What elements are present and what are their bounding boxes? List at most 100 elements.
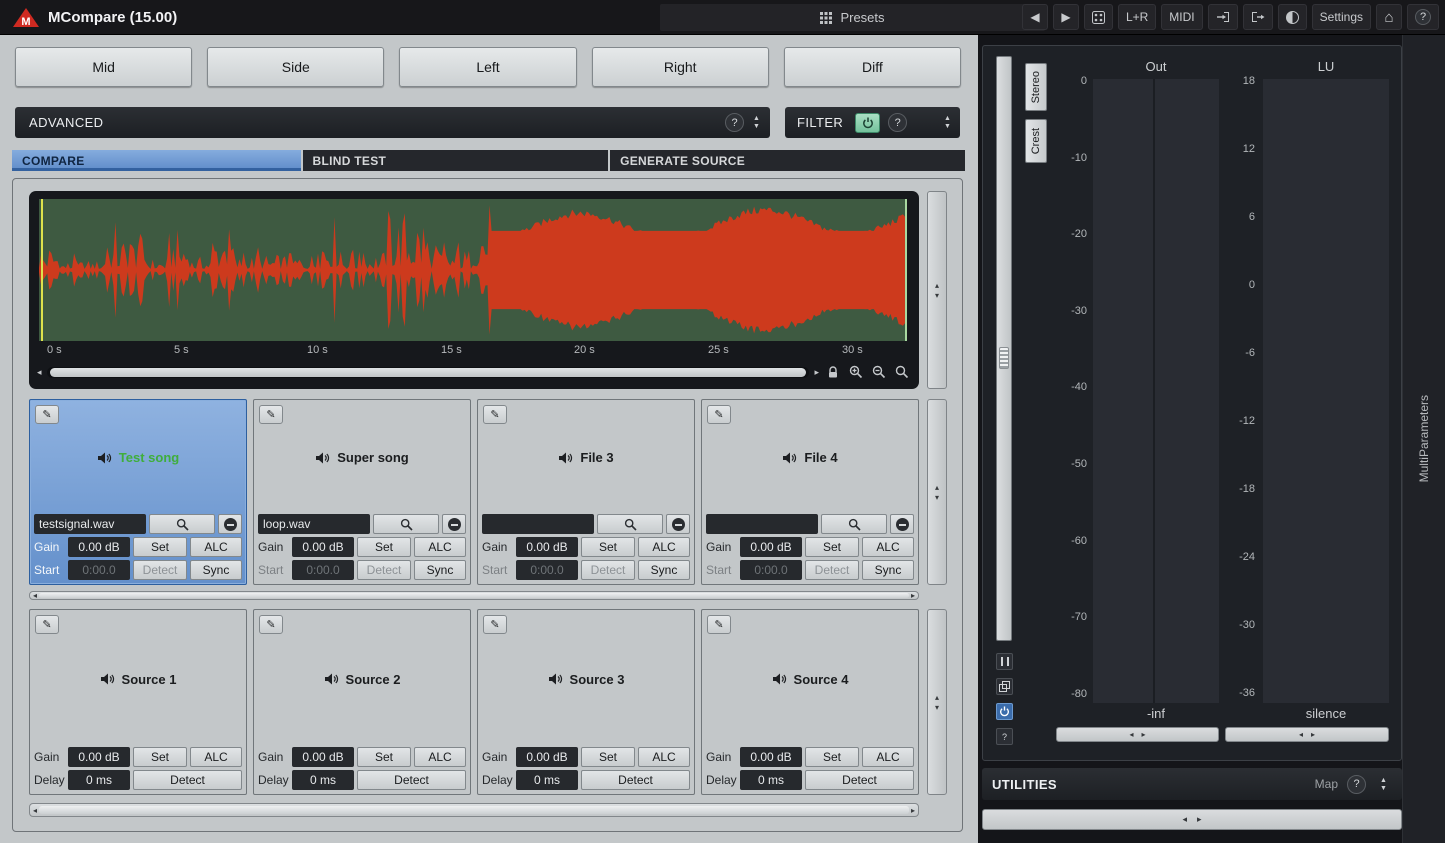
start-sync-button[interactable]: Sync <box>862 560 914 580</box>
filter-power-button[interactable] <box>855 113 880 133</box>
zoom-fit-button[interactable] <box>893 364 911 380</box>
start-sync-button[interactable]: Sync <box>190 560 242 580</box>
channel-diff-button[interactable]: Diff <box>784 47 961 87</box>
remove-file-button[interactable] <box>666 514 690 534</box>
home-button[interactable]: ⌂ <box>1376 4 1402 30</box>
pause-button[interactable] <box>996 653 1013 670</box>
delay-detect-button[interactable]: Detect <box>357 770 466 790</box>
channel-side-button[interactable]: Side <box>207 47 384 87</box>
gain-alc-button[interactable]: ALC <box>414 747 466 767</box>
source-slot-2[interactable]: ✎ Source 2 Gain 0.00 dB Set ALC Delay 0 … <box>253 609 471 795</box>
help-button[interactable]: ? <box>1407 4 1439 30</box>
edit-name-button[interactable]: ✎ <box>483 615 507 634</box>
gain-value[interactable]: 0.00 dB <box>516 537 578 557</box>
utilities-scrollbar[interactable]: ◂ ▸ <box>982 809 1402 830</box>
start-detect-button[interactable]: Detect <box>805 560 859 580</box>
detach-window-button[interactable] <box>996 678 1013 695</box>
previous-preset-button[interactable]: ◀ <box>1022 4 1048 30</box>
file-slot-2[interactable]: ✎ Super song loop.wav Gain 0.00 dB Set A… <box>253 399 471 585</box>
waveform-scrollbar[interactable] <box>47 367 810 378</box>
channel-config-button[interactable]: L+R <box>1118 4 1156 30</box>
file-slot-1[interactable]: ✎ Test song testsignal.wav Gain 0.00 dB … <box>29 399 247 585</box>
gain-set-button[interactable]: Set <box>581 747 635 767</box>
next-preset-button[interactable]: ▶ <box>1053 4 1079 30</box>
delay-value[interactable]: 0 ms <box>68 770 130 790</box>
gain-set-button[interactable]: Set <box>357 537 411 557</box>
theme-button[interactable] <box>1278 4 1307 30</box>
gain-value[interactable]: 0.00 dB <box>516 747 578 767</box>
scroll-right-icon[interactable]: ▸ <box>814 367 819 378</box>
meter-zoom-slider[interactable] <box>996 56 1012 641</box>
file-slots-vscrollbar[interactable]: ▴ ▾ <box>927 399 947 585</box>
delay-detect-button[interactable]: Detect <box>805 770 914 790</box>
gain-value[interactable]: 0.00 dB <box>68 747 130 767</box>
file-name-field[interactable]: testsignal.wav <box>34 514 146 534</box>
advanced-help-button[interactable]: ? <box>725 113 744 132</box>
gain-value[interactable]: 0.00 dB <box>292 537 354 557</box>
tab-blind-test[interactable]: BLIND TEST <box>303 150 609 171</box>
start-detect-button[interactable]: Detect <box>357 560 411 580</box>
gain-alc-button[interactable]: ALC <box>414 537 466 557</box>
file-name-field[interactable]: loop.wav <box>258 514 370 534</box>
gain-set-button[interactable]: Set <box>805 747 859 767</box>
settings-button[interactable]: Settings <box>1312 4 1371 30</box>
start-sync-button[interactable]: Sync <box>414 560 466 580</box>
remove-file-button[interactable] <box>218 514 242 534</box>
tab-generate-source[interactable]: GENERATE SOURCE <box>610 150 965 171</box>
meter-power-button[interactable] <box>996 703 1013 720</box>
start-value[interactable]: 0:00.0 <box>516 560 578 580</box>
gain-set-button[interactable]: Set <box>133 537 187 557</box>
map-button[interactable]: Map <box>1315 777 1338 791</box>
out-meter[interactable] <box>1093 79 1219 703</box>
lock-button[interactable] <box>824 364 842 380</box>
waveform-area[interactable] <box>39 199 907 341</box>
lu-meter-scrollbar[interactable]: ◂ ▸ <box>1225 727 1389 742</box>
utilities-help-button[interactable]: ? <box>1347 775 1366 794</box>
midi-button[interactable]: MIDI <box>1161 4 1202 30</box>
delay-detect-button[interactable]: Detect <box>133 770 242 790</box>
start-value[interactable]: 0:00.0 <box>292 560 354 580</box>
browse-file-button[interactable] <box>373 514 439 534</box>
delay-value[interactable]: 0 ms <box>740 770 802 790</box>
file-name-field[interactable] <box>706 514 818 534</box>
tab-compare[interactable]: COMPARE <box>12 150 301 171</box>
export-settings-button[interactable] <box>1243 4 1273 30</box>
random-preset-button[interactable] <box>1084 4 1113 30</box>
edit-name-button[interactable]: ✎ <box>35 405 59 424</box>
utilities-spinner[interactable]: ▲ ▼ <box>1375 772 1392 796</box>
scrollbar-thumb[interactable] <box>39 806 909 813</box>
start-sync-button[interactable]: Sync <box>638 560 690 580</box>
source-slot-3[interactable]: ✎ Source 3 Gain 0.00 dB Set ALC Delay 0 … <box>477 609 695 795</box>
file-slot-3[interactable]: ✎ File 3 Gain 0.00 dB Set ALC Sta <box>477 399 695 585</box>
channel-mid-button[interactable]: Mid <box>15 47 192 87</box>
channel-left-button[interactable]: Left <box>399 47 576 87</box>
start-detect-button[interactable]: Detect <box>133 560 187 580</box>
edit-name-button[interactable]: ✎ <box>35 615 59 634</box>
gain-alc-button[interactable]: ALC <box>638 747 690 767</box>
edit-name-button[interactable]: ✎ <box>483 405 507 424</box>
scrollbar-thumb[interactable] <box>39 593 909 597</box>
slider-grip[interactable] <box>999 347 1009 369</box>
meter-help-button[interactable]: ? <box>996 728 1013 745</box>
edit-name-button[interactable]: ✎ <box>259 615 283 634</box>
crest-mode-button[interactable]: Crest <box>1025 119 1047 163</box>
gain-set-button[interactable]: Set <box>805 537 859 557</box>
delay-value[interactable]: 0 ms <box>516 770 578 790</box>
source-slot-4[interactable]: ✎ Source 4 Gain 0.00 dB Set ALC Delay 0 … <box>701 609 919 795</box>
gain-value[interactable]: 0.00 dB <box>740 537 802 557</box>
filter-bar[interactable]: FILTER ? ▲ ▼ <box>785 107 960 138</box>
stereo-mode-button[interactable]: Stereo <box>1025 63 1047 111</box>
zoom-in-button[interactable] <box>847 364 865 380</box>
remove-file-button[interactable] <box>442 514 466 534</box>
advanced-bar[interactable]: ADVANCED ? ▲ ▼ <box>15 107 770 138</box>
scroll-left-icon[interactable]: ◂ <box>37 367 42 378</box>
start-value[interactable]: 0:00.0 <box>68 560 130 580</box>
scrollbar-thumb[interactable] <box>50 368 807 377</box>
gain-set-button[interactable]: Set <box>581 537 635 557</box>
waveform-vscrollbar[interactable]: ▴ ▾ <box>927 191 947 389</box>
utilities-bar[interactable]: UTILITIES Map ? ▲ ▼ <box>982 768 1402 800</box>
delay-detect-button[interactable]: Detect <box>581 770 690 790</box>
filter-spinner[interactable]: ▲ ▼ <box>939 111 956 135</box>
edit-name-button[interactable]: ✎ <box>259 405 283 424</box>
file-slot-4[interactable]: ✎ File 4 Gain 0.00 dB Set ALC Sta <box>701 399 919 585</box>
